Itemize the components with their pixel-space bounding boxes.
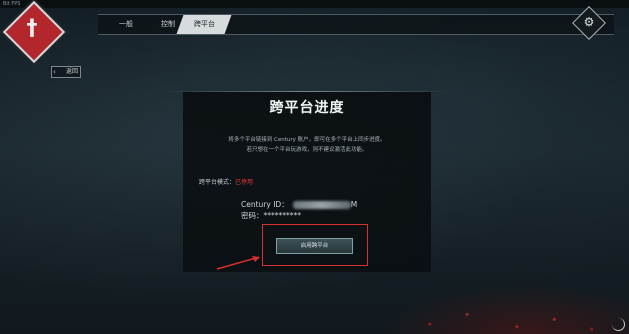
century-id-label: Century ID： [241,200,289,209]
gear-icon: ⚙ [583,15,595,29]
description-line-2: 若只想在一个平台玩游戏，则不建议激活此功能。 [246,147,368,153]
chevron-left-icon: ‹ [53,68,56,76]
divider [162,91,452,92]
tab-general[interactable]: 一般 [106,15,146,34]
annotation-arrow [216,256,260,270]
description-line-1: 将多个平台链接到 Century 账户，即可在多个平台上同步进度。 [228,137,386,143]
century-id-suffix: M [350,200,358,209]
window-titlebar: Bit FPS [0,0,629,8]
window-title: Bit FPS [3,1,21,7]
page-title: 跨平台进度 [269,100,345,116]
password-label: 密码： [241,211,264,220]
tab-crossplatform[interactable]: 跨平台 [176,15,232,34]
settings-tabs: 一般 控制 跨平台 [98,14,614,35]
password-row: 密码：********** [241,210,301,221]
sword-icon: † [26,16,38,41]
century-id-value-blurred [292,201,351,209]
tab-crossplatform-label: 跨平台 [193,20,215,28]
mode-status: 已停用 [235,179,254,186]
password-value: ********** [263,211,302,220]
ember-particles [380,285,629,334]
century-id-row: Century ID： M [241,199,357,210]
enable-crossplatform-button[interactable]: 启用跨平台 [276,238,353,254]
loading-icon [612,318,625,331]
crossplatform-mode-row: 跨平台模式：已停用 [199,177,253,186]
mode-label: 跨平台模式： [199,179,236,186]
